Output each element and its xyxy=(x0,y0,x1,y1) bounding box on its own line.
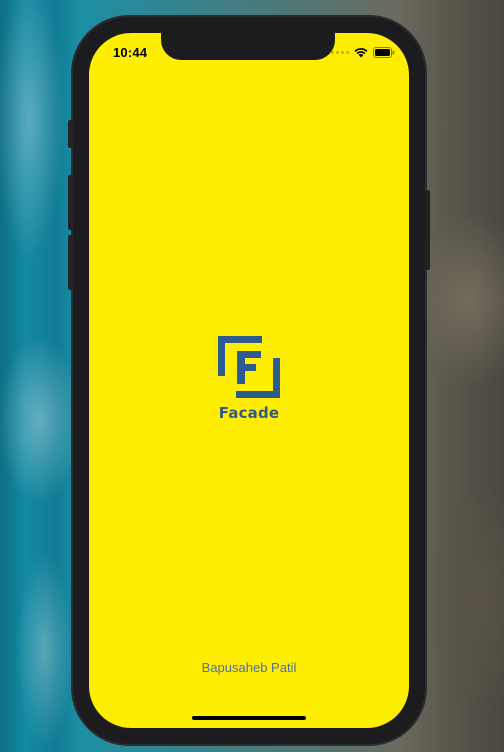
home-indicator[interactable] xyxy=(192,716,306,720)
facade-logo-icon xyxy=(218,336,280,398)
signal-dots-icon xyxy=(331,51,349,54)
author-credit: Bapusaheb Patil xyxy=(201,660,297,675)
volume-down-button xyxy=(68,235,73,290)
status-time: 10:44 xyxy=(113,45,148,60)
splash-logo: Facade xyxy=(89,336,409,422)
power-button xyxy=(425,190,430,270)
battery-icon xyxy=(373,47,395,58)
notch xyxy=(161,33,335,60)
wifi-icon xyxy=(354,48,368,58)
app-screen: 10:44 Facade Bapusaheb Patil xyxy=(89,33,409,728)
brand-name: Facade xyxy=(218,404,280,422)
status-icons xyxy=(331,47,395,58)
silent-switch xyxy=(68,120,73,148)
volume-up-button xyxy=(68,175,73,230)
